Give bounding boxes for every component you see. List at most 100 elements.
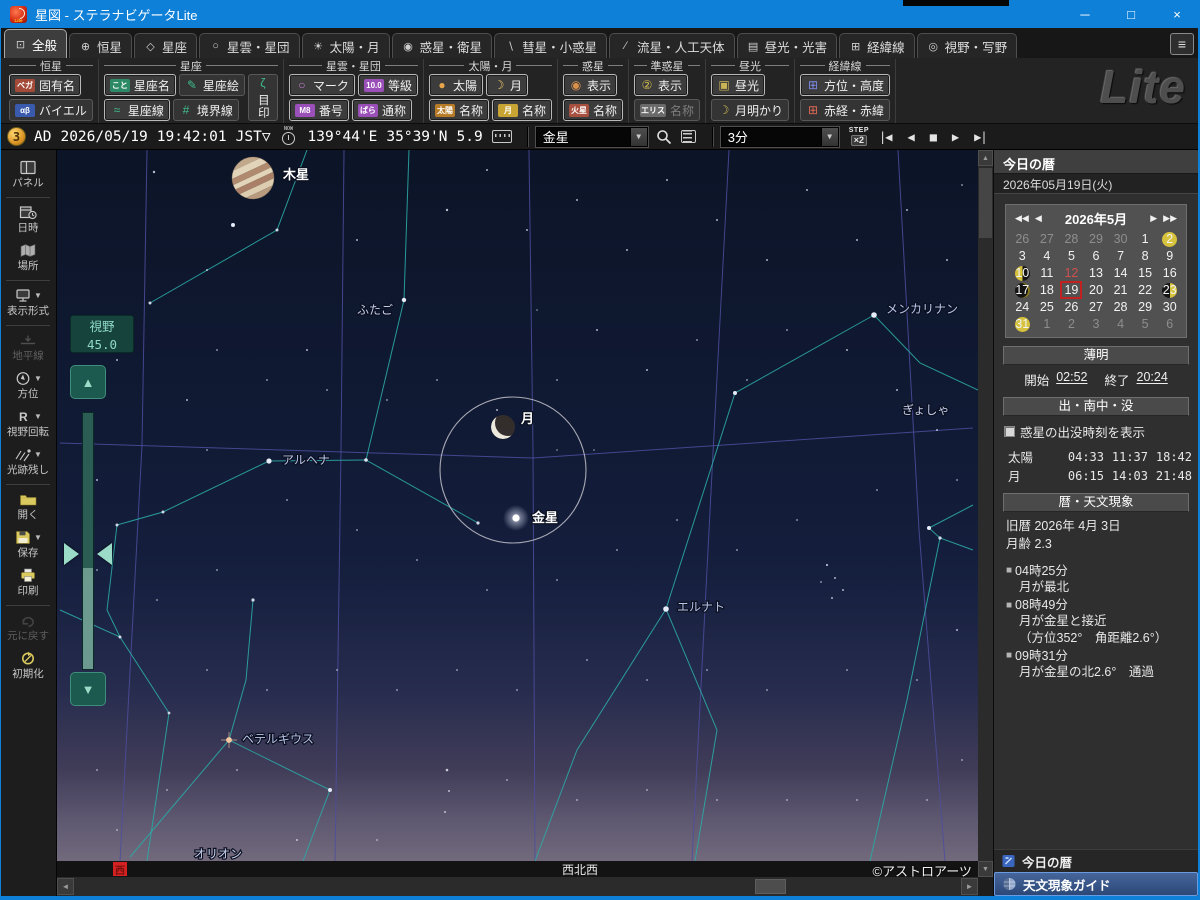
proper-name-button[interactable]: ベガ固有名 <box>9 74 81 96</box>
tab-planet[interactable]: ◉惑星・衛星 <box>392 33 493 58</box>
fov-slider-handle-left[interactable] <box>64 543 79 565</box>
twilight-start-time[interactable]: 02:52 <box>1056 370 1087 389</box>
calendar-prev-year-button[interactable]: ◀◀ <box>1012 213 1032 224</box>
longitude-value[interactable]: 139°44'E <box>308 129 378 145</box>
planet-show-button[interactable]: ◉表示 <box>563 74 617 96</box>
calendar-day[interactable]: 3 <box>1010 248 1035 264</box>
tab-stars[interactable]: ⊕恒星 <box>69 33 132 58</box>
close-button[interactable]: × <box>1154 0 1200 28</box>
calendar-day[interactable]: 27 <box>1084 299 1109 315</box>
calendar-day[interactable]: 14 <box>1108 265 1133 281</box>
time-value[interactable]: 19:42:01 <box>157 129 227 145</box>
calendar-day[interactable]: 5 <box>1133 316 1158 332</box>
timezone-dropdown[interactable]: JST▽ <box>236 129 271 145</box>
now-clock-icon[interactable]: NOW <box>280 127 298 147</box>
calendar-day[interactable]: 24 <box>1010 299 1035 315</box>
sun-name-button[interactable]: 太陽名称 <box>429 99 489 121</box>
calendar-day[interactable]: 4 <box>1035 248 1060 264</box>
show-planet-riseset-checkbox[interactable]: 惑星の出没時刻を表示 <box>1004 422 1188 441</box>
ra-dec-button[interactable]: ⊞赤経・赤緯 <box>800 99 890 121</box>
tab-fov[interactable]: ◎視野・写野 <box>917 33 1018 58</box>
calendar-day[interactable]: 27 <box>1035 231 1060 247</box>
landmark-button[interactable]: ζ目印 <box>248 74 278 121</box>
calendar-day[interactable]: 15 <box>1133 265 1158 281</box>
object-list-icon[interactable] <box>681 130 696 143</box>
calendar-day[interactable]: 21 <box>1108 282 1133 298</box>
boundary-line-button[interactable]: #境界線 <box>173 99 239 121</box>
star-chart[interactable]: 木星月金星ふたごアルヘナメンカリナンぎょしゃエルナトベテルギウスオリオン 視野 … <box>57 150 978 861</box>
calendar-day[interactable]: 13 <box>1084 265 1109 281</box>
calendar-day[interactable]: 11 <box>1035 265 1060 281</box>
latitude-value[interactable]: 35°39'N <box>386 129 447 145</box>
azimuth-altitude-button[interactable]: ⊞方位・高度 <box>800 74 890 96</box>
calendar-day[interactable]: 30 <box>1108 231 1133 247</box>
calendar-day[interactable]: 7 <box>1108 248 1133 264</box>
calendar-day[interactable]: 23 <box>1157 282 1182 298</box>
calendar-day[interactable]: 16 <box>1157 265 1182 281</box>
dwarf-planet-name-button[interactable]: エリス名称 <box>634 99 700 121</box>
keyboard-icon[interactable] <box>492 130 512 143</box>
twilight-end-time[interactable]: 20:24 <box>1137 370 1168 389</box>
calendar-day[interactable]: 17 <box>1010 282 1035 298</box>
play-forward-button[interactable]: ▶ <box>952 130 958 144</box>
skip-back-button[interactable]: |◀ <box>879 130 891 144</box>
calendar-day[interactable]: 26 <box>1010 231 1035 247</box>
calendar-day[interactable]: 5 <box>1059 248 1084 264</box>
vertical-scrollbar[interactable]: ▲ ▼ <box>978 150 993 877</box>
date-value[interactable]: 2026/05/19 <box>60 129 147 145</box>
nebula-number-button[interactable]: M8番号 <box>289 99 349 121</box>
calendar-day[interactable]: 29 <box>1133 299 1158 315</box>
zoom-in-button[interactable]: ▲ <box>70 365 106 399</box>
sidebar-tool-item-[interactable]: 地平線 <box>0 329 56 367</box>
sidebar-tool-item-[interactable]: 元に戻す <box>0 609 56 647</box>
calendar-day[interactable]: 1 <box>1133 231 1158 247</box>
bayer-button[interactable]: αβバイエル <box>9 99 93 121</box>
calendar-day[interactable]: 19 <box>1059 282 1084 298</box>
calendar-day[interactable]: 6 <box>1157 316 1182 332</box>
tab-general[interactable]: ⊡全般 <box>4 29 67 58</box>
stop-button[interactable]: ■ <box>930 130 936 144</box>
dwarf-planet-show-button[interactable]: ②表示 <box>634 74 688 96</box>
calendar-day[interactable]: 9 <box>1157 248 1182 264</box>
calendar-day[interactable]: 18 <box>1035 282 1060 298</box>
sidebar-tool-item-[interactable]: ▼方位 <box>0 367 56 405</box>
moon-button[interactable]: ☽月 <box>486 74 528 96</box>
calendar-prev-month-button[interactable]: ◀ <box>1032 213 1045 224</box>
fov-slider-handle-right[interactable] <box>97 543 112 565</box>
calendar-day[interactable]: 12 <box>1059 265 1084 281</box>
tab-meteor[interactable]: ∕流星・人工天体 <box>609 33 735 58</box>
scroll-down-arrow[interactable]: ▼ <box>978 861 993 877</box>
calendar-day[interactable]: 26 <box>1059 299 1084 315</box>
calendar-day[interactable]: 30 <box>1157 299 1182 315</box>
sun-button[interactable]: ●太陽 <box>429 74 483 96</box>
ribbon-menu-button[interactable]: ≡ <box>1170 33 1194 55</box>
step-interval-select[interactable]: 3分 ▼ <box>721 127 839 147</box>
constellation-art-button[interactable]: ✎星座絵 <box>179 74 245 96</box>
sidebar-tool-item-[interactable]: 初期化 <box>0 647 56 685</box>
sky-map[interactable]: 木星月金星ふたごアルヘナメンカリナンぎょしゃエルナトベテルギウスオリオン <box>57 150 978 861</box>
sidebar-tool-item-[interactable]: 日時 <box>0 201 56 239</box>
planet-name-button[interactable]: 火星名称 <box>563 99 623 121</box>
limit-magnitude-value[interactable]: 5.9 <box>457 129 483 145</box>
moonlight-button[interactable]: ☽月明かり <box>711 99 789 121</box>
tab-comet[interactable]: ∖彗星・小惑星 <box>494 33 607 58</box>
calendar-day[interactable]: 4 <box>1108 316 1133 332</box>
tab-daylight[interactable]: ▤昼光・光害 <box>737 33 838 58</box>
fov-slider-track[interactable] <box>82 412 94 670</box>
calendar-day[interactable]: 22 <box>1133 282 1158 298</box>
calendar-day[interactable]: 2 <box>1157 231 1182 247</box>
horizontal-scrollbar[interactable]: ◄ ► <box>57 877 978 896</box>
nebula-mark-button[interactable]: ○マーク <box>289 74 355 96</box>
zoom-out-button[interactable]: ▼ <box>70 672 106 706</box>
calendar-day[interactable]: 1 <box>1035 316 1060 332</box>
calendar-day[interactable]: 8 <box>1133 248 1158 264</box>
tab-nebula[interactable]: ○星雲・星団 <box>199 33 300 58</box>
maximize-button[interactable]: □ <box>1108 0 1154 28</box>
calendar-day[interactable]: 20 <box>1084 282 1109 298</box>
sidebar-tool-item-[interactable]: 場所 <box>0 239 56 277</box>
checkbox-icon[interactable] <box>1004 426 1015 437</box>
moon-name-button[interactable]: 月名称 <box>492 99 552 121</box>
nebula-nickname-button[interactable]: ばら通称 <box>352 99 412 121</box>
calendar-next-month-button[interactable]: ▶ <box>1147 213 1160 224</box>
calendar-day[interactable]: 29 <box>1084 231 1109 247</box>
